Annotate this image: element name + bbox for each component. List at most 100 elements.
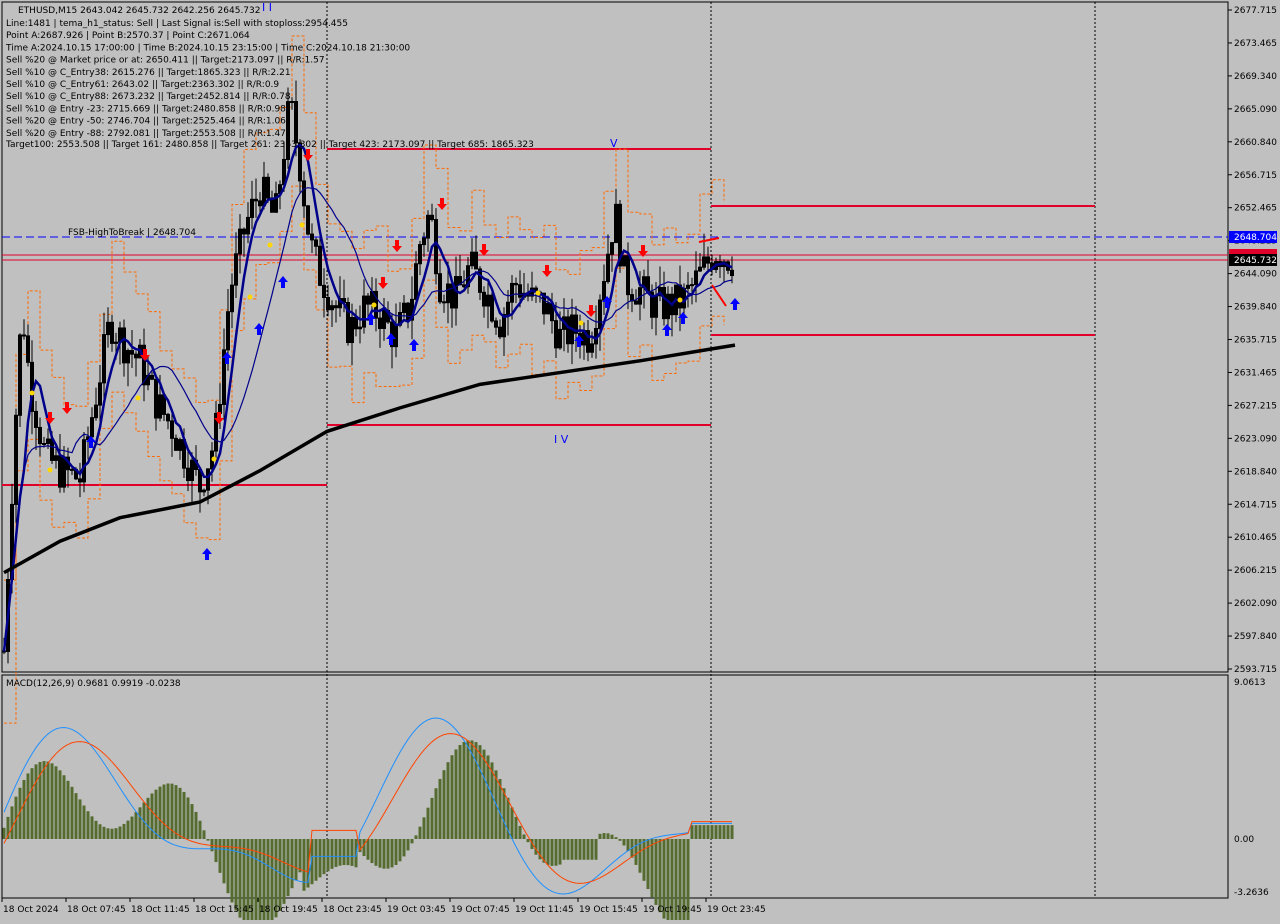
candle-body: [462, 284, 466, 288]
macd-histogram-bar: [350, 839, 354, 866]
macd-histogram-bar: [50, 763, 54, 839]
candle-body: [610, 242, 614, 255]
candle-body: [378, 317, 382, 329]
macd-histogram-bar: [714, 825, 718, 839]
macd-histogram-bar: [578, 839, 582, 860]
candle-body: [250, 198, 254, 218]
candle-body: [178, 439, 182, 451]
candle-body: [82, 439, 86, 483]
macd-pane[interactable]: [1, 674, 1229, 899]
candle-body: [18, 334, 22, 416]
candle-body: [306, 205, 310, 235]
chart-window[interactable]: I I V I V FSB-HighToBreak | 2648.704 ETH…: [0, 0, 1280, 924]
macd-histogram-bar: [102, 826, 106, 839]
candle-body: [622, 255, 626, 267]
chart-canvas[interactable]: I I V I V FSB-HighToBreak | 2648.704 ETH…: [0, 0, 1280, 924]
macd-histogram-bar: [570, 839, 574, 860]
candle-body: [130, 350, 134, 355]
macd-histogram-bar: [478, 745, 482, 839]
candle-body: [430, 214, 434, 221]
signal-star-icon: [371, 302, 377, 308]
macd-histogram-bar: [454, 749, 458, 839]
candle-body: [98, 382, 102, 406]
macd-histogram-bar: [70, 786, 74, 839]
candle-body: [482, 291, 486, 307]
candle-body: [634, 300, 638, 305]
price-tick-label: 2631.465: [1234, 368, 1277, 378]
price-axis[interactable]: 2677.715 2673.465 2669.340 2665.090 2660.840…: [1228, 6, 1277, 675]
price-tick-label: 2635.715: [1234, 336, 1277, 346]
macd-histogram-bar: [190, 804, 194, 839]
price-tick-label: 2602.090: [1234, 599, 1277, 609]
macd-histogram-bar: [598, 833, 602, 839]
macd-histogram-bar: [554, 839, 558, 866]
macd-histogram-bar: [182, 791, 186, 839]
macd-histogram-bar: [730, 825, 734, 839]
candle-body: [170, 420, 174, 439]
time-axis[interactable]: 18 Oct 2024 18 Oct 07:45 18 Oct 11:45 18 Oc…: [1, 898, 766, 915]
macd-histogram-bar: [446, 762, 450, 839]
price-tick-label: 2673.465: [1234, 39, 1277, 49]
price-pane[interactable]: [1, 1, 1229, 673]
macd-histogram-bar: [186, 797, 190, 839]
info-line: Point A:2687.926 | Point B:2570.37 | Poi…: [6, 31, 250, 41]
candle-body: [350, 316, 354, 344]
candle-body: [166, 413, 170, 422]
macd-histogram-bar: [558, 839, 562, 865]
candle-body: [486, 294, 490, 307]
macd-histogram-bar: [122, 823, 126, 839]
candle-body: [54, 455, 58, 461]
fsb-price-text: 2648.704: [1234, 233, 1277, 243]
macd-histogram-bar: [522, 834, 526, 839]
candle-body: [470, 251, 474, 267]
candle-body: [518, 284, 522, 298]
macd-histogram-bar: [458, 744, 462, 839]
candle-body: [498, 326, 502, 338]
macd-histogram-bar: [658, 839, 662, 913]
macd-histogram-bar: [22, 779, 26, 839]
candle-body: [158, 394, 162, 419]
macd-histogram-bar: [150, 793, 154, 839]
macd-histogram-bar: [574, 839, 578, 860]
macd-histogram-bar: [370, 839, 374, 864]
price-tick-label: 2593.715: [1234, 665, 1277, 675]
candle-body: [654, 295, 658, 318]
macd-histogram-bar: [406, 839, 410, 851]
macd-histogram-bar: [302, 839, 306, 891]
candle-body: [662, 287, 666, 320]
candle-body: [602, 281, 606, 301]
macd-histogram-bar: [410, 839, 414, 844]
macd-histogram-bar: [214, 839, 218, 863]
macd-histogram-bar: [174, 785, 178, 839]
candle-body: [694, 270, 698, 286]
candle-body: [258, 200, 262, 207]
macd-histogram-bar: [334, 839, 338, 867]
symbol-line: ETHUSD,M15 2643.042 2645.732 2642.256 26…: [18, 6, 260, 16]
time-tick-label: 19 Oct 23:45: [707, 905, 766, 915]
candle-body: [402, 302, 406, 314]
macd-histogram-bar: [706, 825, 710, 839]
candle-body: [46, 438, 50, 444]
macd-histogram-bar: [378, 839, 382, 868]
macd-histogram-bar: [594, 839, 598, 860]
macd-histogram-bar: [106, 828, 110, 839]
macd-histogram-bar: [518, 825, 522, 839]
candle-body: [506, 301, 510, 316]
macd-histogram-bar: [58, 770, 62, 839]
candle-body: [134, 353, 138, 359]
candle-body: [186, 467, 190, 482]
candle-body: [678, 284, 682, 309]
time-tick-label: 19 Oct 19:45: [643, 905, 702, 915]
macd-histogram-bar: [430, 797, 434, 839]
info-line: Sell %10 @ C_Entry38: 2615.276 || Target…: [6, 68, 291, 78]
candle-body: [50, 438, 54, 461]
macd-histogram-bar: [118, 826, 122, 839]
macd-histogram-bar: [654, 839, 658, 905]
candle-body: [254, 198, 258, 202]
macd-histogram-bar: [42, 761, 46, 839]
candle-body: [334, 305, 338, 309]
price-tick-label: 2665.090: [1234, 105, 1277, 115]
macd-histogram-bar: [30, 768, 34, 839]
candle-body: [366, 295, 370, 305]
candle-body: [234, 253, 238, 286]
